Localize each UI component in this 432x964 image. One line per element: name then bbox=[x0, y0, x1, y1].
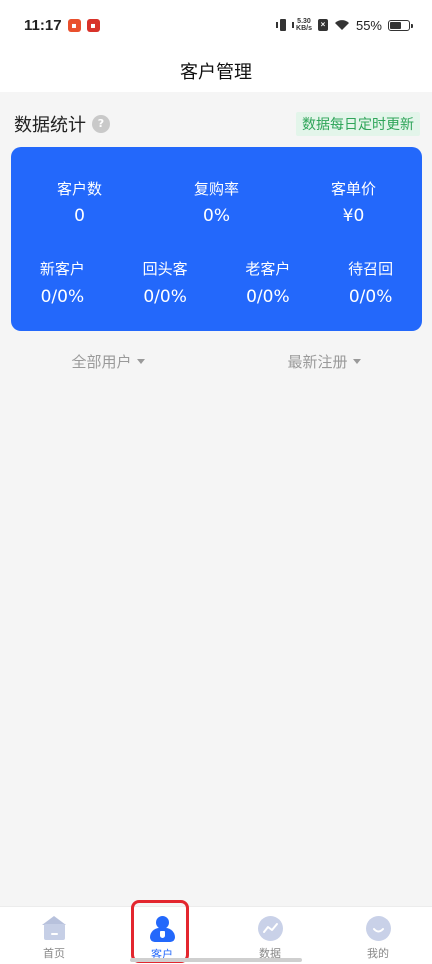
notification-app-icon-2: ▪ bbox=[86, 18, 100, 32]
stat-label: 老客户 bbox=[245, 260, 291, 278]
caret-down-icon bbox=[352, 358, 361, 364]
stat-average-order-value[interactable]: 客单价 ¥0 bbox=[285, 179, 422, 227]
tab-home[interactable]: 首页 bbox=[0, 907, 108, 964]
stat-new-customers[interactable]: 新客户 0/0% bbox=[11, 259, 114, 308]
tab-label: 我的 bbox=[367, 947, 389, 960]
stat-value: 0/0% bbox=[40, 287, 85, 307]
stat-label: 客户数 bbox=[56, 180, 102, 198]
customer-icon bbox=[149, 916, 175, 942]
tab-label: 首页 bbox=[43, 947, 65, 960]
stat-repurchase-rate[interactable]: 复购率 0% bbox=[148, 179, 285, 227]
network-speed-value: 5.30 bbox=[297, 18, 311, 25]
bottom-tab-bar: 首页 客户 数据 我的 bbox=[0, 906, 432, 964]
stats-secondary-row: 新客户 0/0% 回头客 0/0% 老客户 0/0% 待召回 0/0% bbox=[11, 259, 422, 308]
page-title: 客户管理 bbox=[180, 62, 252, 83]
home-icon bbox=[41, 916, 67, 941]
vibrate-icon bbox=[276, 19, 295, 31]
stat-value: ¥0 bbox=[342, 206, 365, 226]
stat-old-customers[interactable]: 老客户 0/0% bbox=[217, 259, 320, 308]
stat-value: 0/0% bbox=[348, 287, 393, 307]
stats-title: 数据统计 bbox=[14, 115, 86, 136]
stat-to-recall[interactable]: 待召回 0/0% bbox=[319, 259, 422, 308]
status-bar: 11:17 ▪ ▪ 5.30 KB/s × 55% bbox=[0, 0, 432, 50]
no-sim-icon: × bbox=[317, 19, 328, 31]
stats-header: 数据统计 ? 数据每日定时更新 bbox=[14, 110, 420, 138]
stat-label: 新客户 bbox=[39, 260, 85, 278]
caret-down-icon bbox=[136, 358, 145, 364]
update-note-badge: 数据每日定时更新 bbox=[296, 112, 420, 136]
stat-label: 待召回 bbox=[348, 260, 394, 278]
battery-fill bbox=[390, 21, 401, 29]
battery-percent: 55% bbox=[355, 17, 382, 33]
nav-bar: 客户管理 bbox=[0, 50, 432, 92]
wifi-icon bbox=[334, 20, 349, 30]
network-speed: 5.30 KB/s bbox=[296, 18, 312, 32]
stat-customer-count[interactable]: 客户数 0 bbox=[11, 179, 148, 227]
stat-label: 复购率 bbox=[193, 180, 239, 198]
stat-label: 客单价 bbox=[330, 180, 376, 198]
tab-data[interactable]: 数据 bbox=[216, 907, 324, 964]
stat-value: 0/0% bbox=[246, 287, 290, 307]
network-speed-unit: KB/s bbox=[296, 25, 312, 32]
stat-returning-customers[interactable]: 回头客 0/0% bbox=[114, 259, 217, 308]
stat-value: 0 bbox=[74, 206, 85, 226]
stat-value: 0/0% bbox=[143, 287, 187, 307]
battery-icon bbox=[388, 19, 413, 31]
tab-profile[interactable]: 我的 bbox=[324, 907, 432, 964]
home-indicator[interactable] bbox=[130, 958, 302, 962]
status-bar-right: 5.30 KB/s × 55% bbox=[276, 17, 413, 33]
filter-label: 最新注册 bbox=[287, 352, 348, 371]
stat-label: 回头客 bbox=[142, 260, 188, 278]
chart-icon bbox=[257, 916, 283, 941]
stat-value: 0% bbox=[203, 206, 230, 226]
profile-icon bbox=[365, 916, 391, 941]
filter-user-type-dropdown[interactable]: 全部用户 bbox=[0, 346, 216, 376]
status-bar-left: 11:17 ▪ ▪ bbox=[24, 17, 100, 34]
stats-title-group: 数据统计 ? bbox=[14, 111, 110, 137]
filter-sort-dropdown[interactable]: 最新注册 bbox=[216, 346, 432, 376]
stats-card: 客户数 0 复购率 0% 客单价 ¥0 新客户 0/0% 回头客 0/0% 老客… bbox=[11, 147, 422, 331]
help-icon[interactable]: ? bbox=[92, 115, 110, 133]
status-time: 11:17 bbox=[24, 16, 62, 34]
tab-customer[interactable]: 客户 bbox=[108, 907, 216, 964]
filter-bar: 全部用户 最新注册 bbox=[0, 346, 432, 376]
stats-primary-row: 客户数 0 复购率 0% 客单价 ¥0 bbox=[11, 179, 422, 227]
notification-app-icon: ▪ bbox=[67, 18, 81, 32]
filter-label: 全部用户 bbox=[71, 352, 132, 371]
